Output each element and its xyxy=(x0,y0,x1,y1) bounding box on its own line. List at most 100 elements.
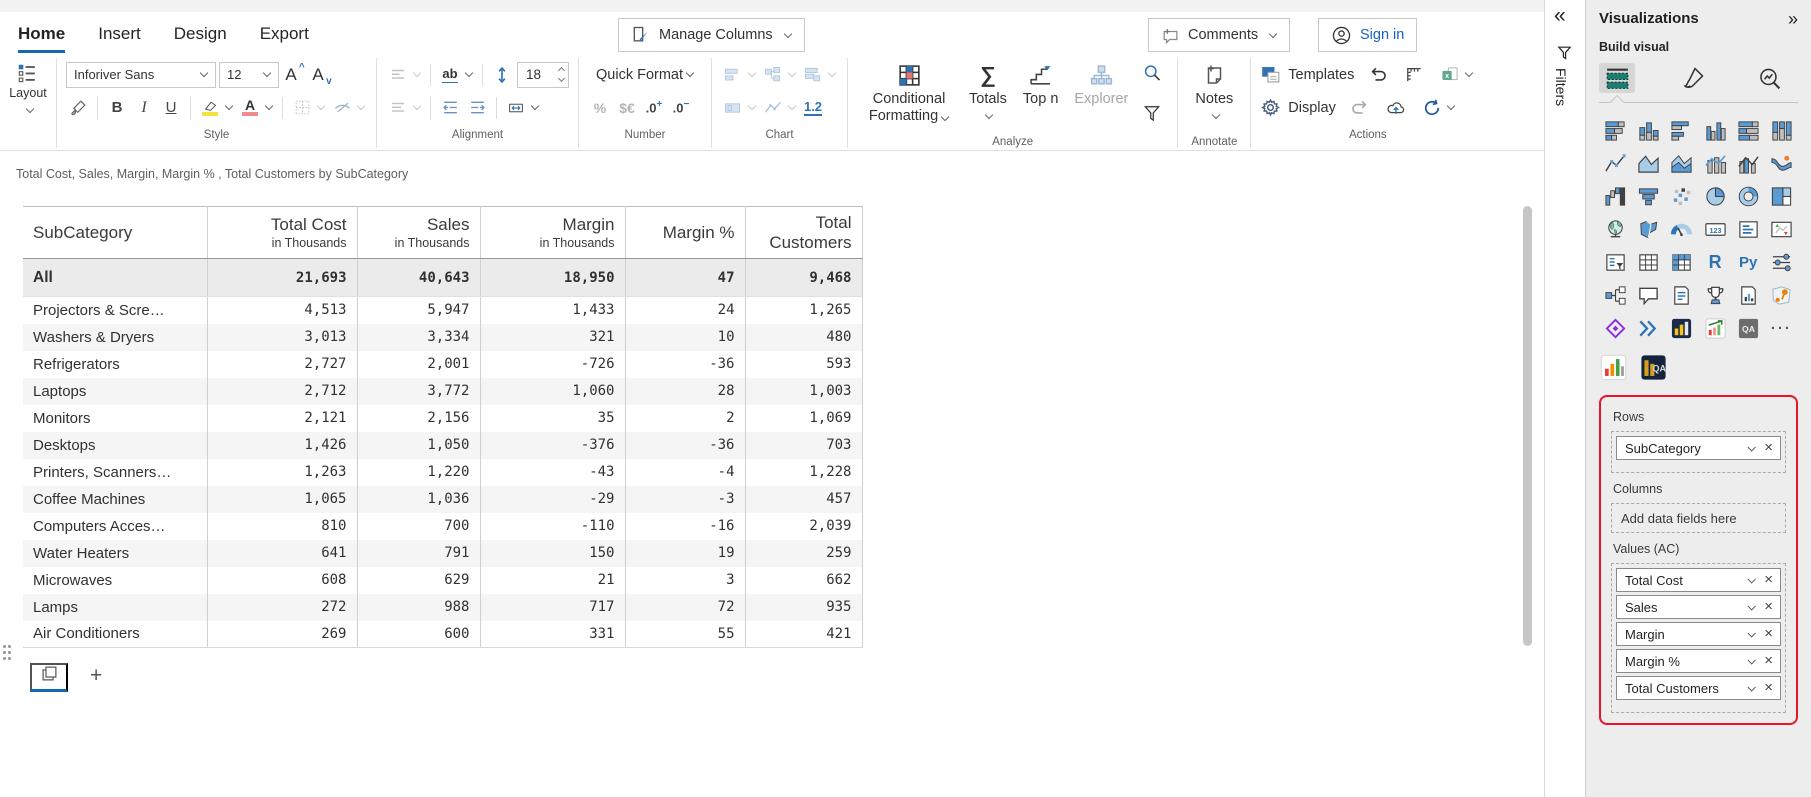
wrap-text-button[interactable]: ab xyxy=(438,64,475,86)
top-n-button[interactable]: Top n xyxy=(1015,60,1066,108)
visual-metrics[interactable] xyxy=(1703,283,1727,307)
rows-well[interactable]: SubCategory× xyxy=(1611,431,1786,473)
visual-key-influencers[interactable] xyxy=(1769,250,1793,274)
visual-power-apps[interactable] xyxy=(1604,316,1628,340)
chevron-down-icon[interactable] xyxy=(1748,443,1756,451)
cell-value[interactable]: 629 xyxy=(357,567,480,594)
cell-value[interactable]: 421 xyxy=(745,621,862,648)
vertical-scrollbar[interactable] xyxy=(1523,206,1532,646)
visual-pct-stacked-column-chart[interactable] xyxy=(1769,118,1793,142)
cell-value[interactable]: 703 xyxy=(745,432,862,459)
number-format-button[interactable]: 1.2 xyxy=(801,97,825,119)
visual-decomposition-tree[interactable] xyxy=(1604,283,1628,307)
visual-waterfall-chart[interactable] xyxy=(1604,184,1628,208)
cell-value[interactable]: 700 xyxy=(357,513,480,540)
visual-more-visuals[interactable]: ··· xyxy=(1769,316,1793,340)
field-pill-total-cost[interactable]: Total Cost× xyxy=(1616,568,1781,592)
templates-button[interactable]: Templates xyxy=(1260,64,1354,85)
chevron-down-icon[interactable] xyxy=(1748,683,1756,691)
visual-matrix[interactable] xyxy=(1670,250,1694,274)
cell-value[interactable]: 810 xyxy=(207,513,357,540)
cell-value[interactable]: 1,060 xyxy=(480,378,625,405)
cell-value[interactable]: 2,121 xyxy=(207,405,357,432)
cell-value[interactable]: -110 xyxy=(480,513,625,540)
cell-value[interactable]: 269 xyxy=(207,621,357,648)
cell-value[interactable]: 1,228 xyxy=(745,459,862,486)
column-header-total-cost[interactable]: Total Costin Thousands xyxy=(207,207,357,259)
cell-value[interactable]: 40,643 xyxy=(357,259,480,297)
increase-font-size-button[interactable]: A xyxy=(282,64,306,86)
visual-stacked-area-chart[interactable] xyxy=(1670,151,1694,175)
visual-stacked-column-chart[interactable] xyxy=(1637,118,1661,142)
currency-format-button[interactable]: $€ xyxy=(615,97,639,119)
visual-filled-map[interactable] xyxy=(1637,217,1661,241)
increase-decimal-button[interactable]: .0+ xyxy=(642,97,666,119)
refresh-button[interactable] xyxy=(1420,97,1457,119)
clear-formatting-button[interactable] xyxy=(330,97,367,119)
field-pill-subcategory[interactable]: SubCategory× xyxy=(1616,436,1781,460)
remove-field-icon[interactable]: × xyxy=(1764,629,1773,639)
cell-value[interactable]: 641 xyxy=(207,540,357,567)
cell-value[interactable]: 10 xyxy=(625,324,745,351)
publish-button[interactable] xyxy=(1384,97,1408,119)
cell-value[interactable]: 1,036 xyxy=(357,486,480,513)
font-family-select[interactable]: Inforiver Sans xyxy=(66,62,216,88)
visual-inforiver-matrix[interactable] xyxy=(1670,316,1694,340)
italic-button[interactable]: I xyxy=(132,97,156,119)
redo-button[interactable] xyxy=(1348,97,1372,119)
visual-table[interactable] xyxy=(1637,250,1661,274)
visual-valq[interactable] xyxy=(1703,316,1727,340)
visual-clustered-bar-chart[interactable] xyxy=(1670,118,1694,142)
cell-value[interactable]: -726 xyxy=(480,351,625,378)
row-label[interactable]: Refrigerators xyxy=(23,351,207,378)
cell-value[interactable]: 935 xyxy=(745,594,862,621)
bar-chart-button[interactable] xyxy=(721,64,758,86)
row-height-input[interactable]: 18 xyxy=(517,62,569,88)
add-sheet-button[interactable]: + xyxy=(90,666,102,692)
decrease-indent-button[interactable] xyxy=(438,97,462,119)
cell-value[interactable]: 21 xyxy=(480,567,625,594)
visual-python[interactable]: Py xyxy=(1736,250,1760,274)
chevron-down-icon[interactable] xyxy=(1748,629,1756,637)
cell-value[interactable]: 3,013 xyxy=(207,324,357,351)
cell-value[interactable]: 24 xyxy=(625,297,745,324)
field-pill-margin[interactable]: Margin× xyxy=(1616,622,1781,646)
sparkline-button[interactable] xyxy=(761,97,798,119)
visual-custom-qa[interactable]: QA xyxy=(1736,316,1760,340)
cell-value[interactable]: 321 xyxy=(480,324,625,351)
percent-format-button[interactable]: % xyxy=(588,97,612,119)
cell-value[interactable]: 28 xyxy=(625,378,745,405)
undo-button[interactable] xyxy=(1366,64,1390,86)
visual-gauge[interactable] xyxy=(1670,217,1694,241)
row-label[interactable]: Lamps xyxy=(23,594,207,621)
cell-value[interactable]: 1,265 xyxy=(745,297,862,324)
chevron-down-icon[interactable] xyxy=(1748,656,1756,664)
cell-value[interactable]: 331 xyxy=(480,621,625,648)
decrease-decimal-button[interactable]: .0− xyxy=(669,97,693,119)
cell-value[interactable]: 2 xyxy=(625,405,745,432)
values-well[interactable]: Total Cost×Sales×Margin×Margin %×Total C… xyxy=(1611,563,1786,713)
cell-value[interactable]: 9,468 xyxy=(745,259,862,297)
cell-chart-button[interactable] xyxy=(721,97,758,119)
visual-kpi[interactable] xyxy=(1769,217,1793,241)
drag-handle[interactable] xyxy=(3,645,13,661)
cell-value[interactable]: 55 xyxy=(625,621,745,648)
cell-value[interactable]: 1,263 xyxy=(207,459,357,486)
increase-indent-button[interactable] xyxy=(465,97,489,119)
cell-value[interactable]: -3 xyxy=(625,486,745,513)
row-label[interactable]: All xyxy=(23,259,207,297)
cell-value[interactable]: 717 xyxy=(480,594,625,621)
chevron-down-icon[interactable] xyxy=(1748,602,1756,610)
cell-value[interactable]: 593 xyxy=(745,351,862,378)
cell-value[interactable]: 2,039 xyxy=(745,513,862,540)
layout-button[interactable]: Layout xyxy=(0,58,56,148)
conditional-formatting-button[interactable]: Conditional Formatting xyxy=(857,60,961,125)
filter-button[interactable] xyxy=(1140,102,1164,124)
remove-field-icon[interactable]: × xyxy=(1764,656,1773,666)
ribbon-tab-export[interactable]: Export xyxy=(260,24,309,53)
sign-in-button[interactable]: Sign in xyxy=(1318,18,1417,52)
cell-value[interactable]: -29 xyxy=(480,486,625,513)
row-label[interactable]: Printers, Scanners… xyxy=(23,459,207,486)
ribbon-tab-home[interactable]: Home xyxy=(18,24,65,53)
visual-line-chart[interactable] xyxy=(1604,151,1628,175)
